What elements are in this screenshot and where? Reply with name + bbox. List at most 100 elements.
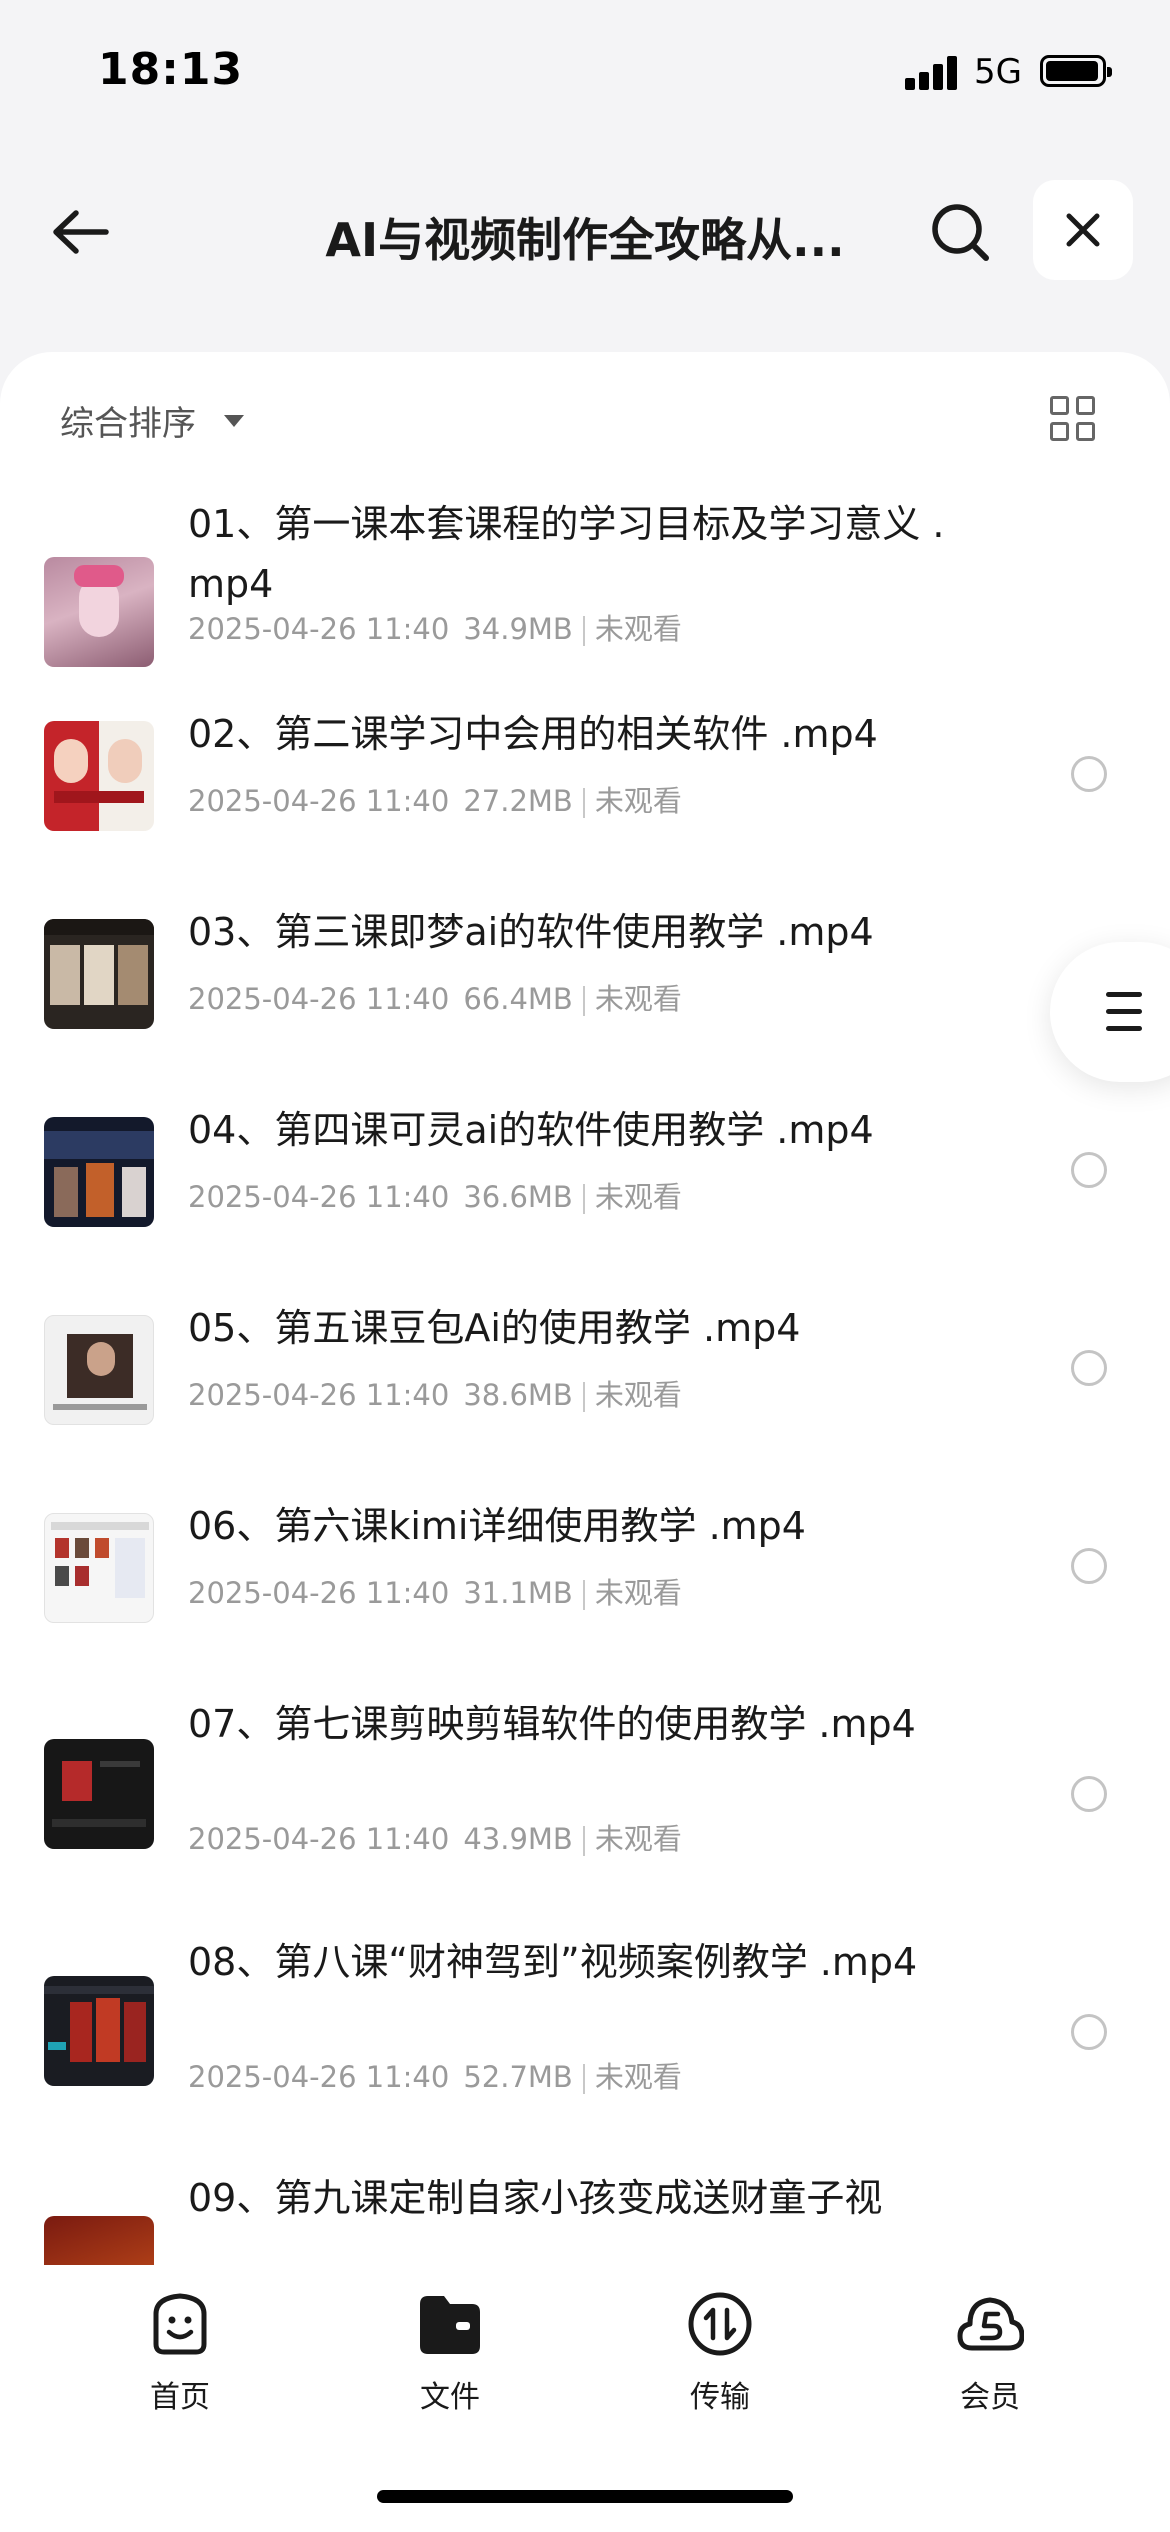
file-date: 2025-04-26 11:40 <box>188 1822 450 1856</box>
arrow-left-icon <box>53 210 109 254</box>
watch-status: 未观看 <box>594 1378 682 1412</box>
file-name: 06、第六课kimi详细使用教学 .mp4 <box>188 1504 806 1548</box>
file-size: 52.7MB <box>463 2060 573 2094</box>
header: AI与视频制作全攻略从... <box>0 170 1170 295</box>
tab-home[interactable]: 首页 <box>80 2290 280 2420</box>
file-date: 2025-04-26 11:40 <box>188 982 450 1016</box>
select-radio[interactable] <box>1071 1350 1107 1386</box>
home-indicator <box>377 2490 793 2503</box>
file-row[interactable]: 04、第四课可灵ai的软件使用教学 .mp4 2025-04-26 11:40 3… <box>0 1086 1170 1284</box>
watch-status: 未观看 <box>594 1822 682 1856</box>
file-size: 36.6MB <box>463 1180 573 1214</box>
tab-label: 会员 <box>960 2380 1020 2415</box>
select-radio[interactable] <box>1071 756 1107 792</box>
video-thumbnail <box>44 919 154 1029</box>
file-size: 27.2MB <box>463 784 573 818</box>
tab-bar: 首页 文件 传输 会员 <box>0 2265 1170 2532</box>
file-row[interactable]: 06、第六课kimi详细使用教学 .mp4 2025-04-26 11:40 31… <box>0 1482 1170 1680</box>
video-thumbnail <box>44 557 154 667</box>
search-icon <box>932 204 989 261</box>
file-date: 2025-04-26 11:40 <box>188 784 450 818</box>
video-thumbnail <box>44 721 154 831</box>
sort-label: 综合排序 <box>60 404 196 444</box>
transfer-icon <box>688 2292 752 2356</box>
file-name: 07、第七课剪映剪辑软件的使用教学 .mp4 <box>188 1702 916 1746</box>
watch-status: 未观看 <box>594 2060 682 2094</box>
select-radio[interactable] <box>1071 2014 1107 2050</box>
back-button[interactable] <box>40 192 120 272</box>
file-name: 02、第二课学习中会用的相关软件 .mp4 <box>188 712 878 756</box>
search-button[interactable] <box>920 192 1000 272</box>
video-thumbnail <box>44 2216 154 2272</box>
file-meta: 2025-04-26 11:40 36.6MB 未观看 <box>188 1174 682 1216</box>
file-meta: 2025-04-26 11:40 66.4MB 未观看 <box>188 976 682 1018</box>
tab-label: 传输 <box>690 2380 750 2415</box>
file-meta: 2025-04-26 11:40 34.9MB 未观看 <box>188 606 682 648</box>
select-radio[interactable] <box>1071 1776 1107 1812</box>
caret-down-icon <box>224 414 244 427</box>
file-row[interactable]: 09、第九课定制自家小孩变成送财童子视 <box>0 2156 1170 2272</box>
file-size: 43.9MB <box>463 1822 573 1856</box>
file-name: 09、第九课定制自家小孩变成送财童子视 <box>188 2176 883 2220</box>
status-bar: 18:13 5G <box>0 0 1170 140</box>
file-meta: 2025-04-26 11:40 43.9MB 未观看 <box>188 1816 682 1858</box>
watch-status: 未观看 <box>594 612 682 646</box>
tab-label: 首页 <box>150 2380 210 2415</box>
watch-status: 未观看 <box>594 784 682 818</box>
file-name: 04、第四课可灵ai的软件使用教学 .mp4 <box>188 1108 874 1152</box>
video-thumbnail <box>44 1976 154 2086</box>
sort-row: 综合排序 <box>0 352 1170 492</box>
close-button[interactable] <box>1033 180 1133 280</box>
cloud-member-icon <box>957 2297 1024 2351</box>
file-meta: 2025-04-26 11:40 52.7MB 未观看 <box>188 2054 682 2096</box>
select-radio[interactable] <box>1071 1152 1107 1188</box>
grid-icon <box>1050 396 1069 415</box>
file-date: 2025-04-26 11:40 <box>188 2060 450 2094</box>
file-name: 05、第五课豆包Ai的使用教学 .mp4 <box>188 1306 801 1350</box>
file-date: 2025-04-26 11:40 <box>188 1378 450 1412</box>
status-time: 18:13 <box>98 44 244 95</box>
tab-transfer[interactable]: 传输 <box>620 2290 820 2420</box>
folder-icon <box>420 2296 480 2354</box>
file-row[interactable]: 05、第五课豆包Ai的使用教学 .mp4 2025-04-26 11:40 38.… <box>0 1284 1170 1482</box>
video-thumbnail <box>44 1117 154 1227</box>
file-size: 66.4MB <box>463 982 573 1016</box>
signal-icon <box>905 56 959 90</box>
file-row[interactable]: 02、第二课学习中会用的相关软件 .mp4 2025-04-26 11:40 27… <box>0 690 1170 888</box>
video-thumbnail <box>44 1513 154 1623</box>
file-date: 2025-04-26 11:40 <box>188 612 450 646</box>
network-label: 5G <box>974 52 1022 92</box>
watch-status: 未观看 <box>594 1180 682 1214</box>
tab-files[interactable]: 文件 <box>350 2290 550 2420</box>
file-name: 01、第一课本套课程的学习目标及学习意义 .mp4 <box>188 502 945 606</box>
video-thumbnail <box>44 1315 154 1425</box>
file-meta: 2025-04-26 11:40 27.2MB 未观看 <box>188 778 682 820</box>
smiley-icon <box>153 2293 207 2355</box>
tab-member[interactable]: 会员 <box>890 2290 1090 2420</box>
video-thumbnail <box>44 1739 154 1849</box>
file-size: 31.1MB <box>463 1576 573 1610</box>
sort-dropdown[interactable]: 综合排序 <box>60 396 244 445</box>
file-size: 34.9MB <box>463 612 573 646</box>
file-row[interactable]: 08、第八课“财神驾到”视频案例教学 .mp4 2025-04-26 11:40… <box>0 1918 1170 2156</box>
watch-status: 未观看 <box>594 1576 682 1610</box>
file-date: 2025-04-26 11:40 <box>188 1576 450 1610</box>
file-row[interactable]: 07、第七课剪映剪辑软件的使用教学 .mp4 2025-04-26 11:40 4… <box>0 1680 1170 1918</box>
file-meta: 2025-04-26 11:40 38.6MB 未观看 <box>188 1372 682 1414</box>
file-meta: 2025-04-26 11:40 31.1MB 未观看 <box>188 1570 682 1612</box>
file-list-panel: 综合排序 01、第一课本套课程的学习目标及学习意义 .mp4 2025-04-2… <box>0 352 1170 2272</box>
file-row[interactable]: 03、第三课即梦ai的软件使用教学 .mp4 2025-04-26 11:40 6… <box>0 888 1170 1086</box>
page-title: AI与视频制作全攻略从... <box>325 213 845 267</box>
file-name: 03、第三课即梦ai的软件使用教学 .mp4 <box>188 910 874 954</box>
file-date: 2025-04-26 11:40 <box>188 1180 450 1214</box>
watch-status: 未观看 <box>594 982 682 1016</box>
screen: 18:13 5G AI与视频制作全攻略从... 综合排序 01、第一课本套课程的… <box>0 0 1170 2532</box>
file-row[interactable]: 01、第一课本套课程的学习目标及学习意义 .mp4 2025-04-26 11:… <box>0 492 1170 690</box>
file-size: 38.6MB <box>463 1378 573 1412</box>
file-name: 08、第八课“财神驾到”视频案例教学 .mp4 <box>188 1940 918 1984</box>
select-radio[interactable] <box>1071 1548 1107 1584</box>
menu-icon <box>1106 992 1142 997</box>
tab-label: 文件 <box>420 2380 480 2415</box>
grid-view-button[interactable] <box>1050 396 1098 444</box>
battery-icon <box>1040 55 1112 87</box>
